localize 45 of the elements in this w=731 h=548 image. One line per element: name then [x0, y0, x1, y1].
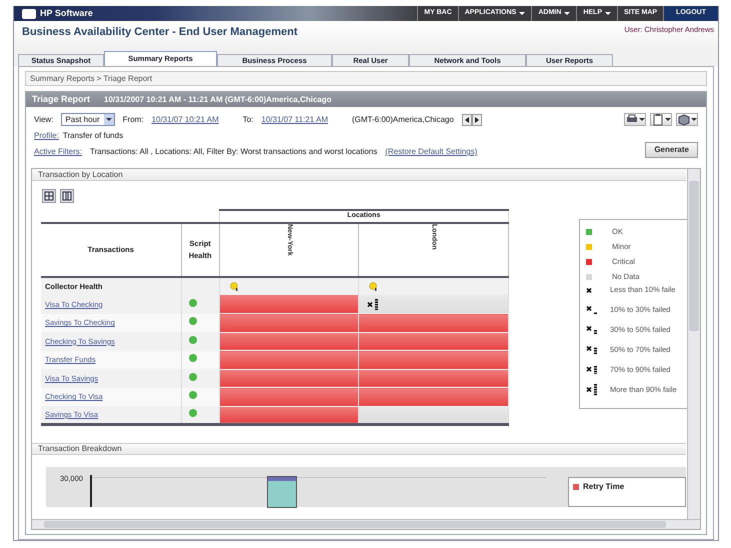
caret-icon — [519, 12, 526, 15]
report-title: Triage Report — [32, 92, 90, 106]
section-header: Transaction by Location — [32, 169, 686, 181]
y-axis — [90, 474, 92, 506]
profile-link[interactable]: Profile: — [34, 130, 59, 142]
clipboard-button[interactable] — [650, 113, 672, 126]
section-header: Transaction Breakdown — [32, 442, 686, 454]
caret-icon — [664, 118, 670, 121]
breadcrumb: Summary Reports > Triage Report — [25, 71, 707, 86]
generate-button[interactable]: Generate — [645, 142, 698, 158]
caret-icon — [564, 12, 570, 15]
printer-button[interactable] — [624, 113, 646, 126]
grid-view-button[interactable] — [42, 189, 56, 203]
restore-defaults-link[interactable]: (Restore Default Settings) — [385, 146, 478, 158]
timezone-text: (GMT-6:00)America,Chicago — [352, 114, 454, 126]
view-label: View: — [34, 114, 54, 126]
to-date-link[interactable]: 10/31/07 11:21 AM — [261, 114, 328, 126]
horizontal-scrollbar[interactable] — [32, 519, 700, 529]
from-label: From: — [122, 114, 144, 126]
left-arrow-icon — [464, 116, 469, 122]
cube-button[interactable] — [676, 113, 698, 126]
to-label: To: — [242, 114, 254, 126]
failure-mark-icon — [366, 298, 378, 310]
chart-bar — [268, 476, 296, 506]
caret-icon — [638, 118, 644, 121]
active-filters-link[interactable]: Active Filters: — [34, 146, 82, 158]
profile-value: Transfer of funds — [62, 130, 124, 142]
view-select[interactable]: Past hour — [61, 113, 115, 126]
from-date-link[interactable]: 10/31/07 10:21 AM — [152, 114, 219, 126]
cube-icon — [678, 114, 690, 126]
previous-button[interactable] — [462, 114, 472, 126]
clipboard-icon — [652, 114, 664, 126]
app-title: Business Availability Center - End User Management — [22, 25, 298, 40]
columns-view-button[interactable] — [60, 189, 74, 203]
right-arrow-icon — [474, 116, 479, 122]
next-button[interactable] — [472, 114, 482, 126]
filters-text: Transactions: All , Locations: All, Filter By: Worst transactions and worst locations — [90, 146, 378, 158]
caret-icon — [690, 118, 696, 121]
caret-icon — [604, 12, 611, 15]
logo-text: HP Software — [40, 6, 93, 20]
vertical-scrollbar[interactable] — [687, 169, 700, 519]
legend-label: Retry Time — [583, 480, 624, 492]
report-range: 10/31/2007 10:21 AM - 11:21 AM (GMT-6:00)America,Chicago — [104, 94, 332, 106]
caret-icon — [106, 118, 112, 121]
logo-icon — [22, 8, 36, 18]
